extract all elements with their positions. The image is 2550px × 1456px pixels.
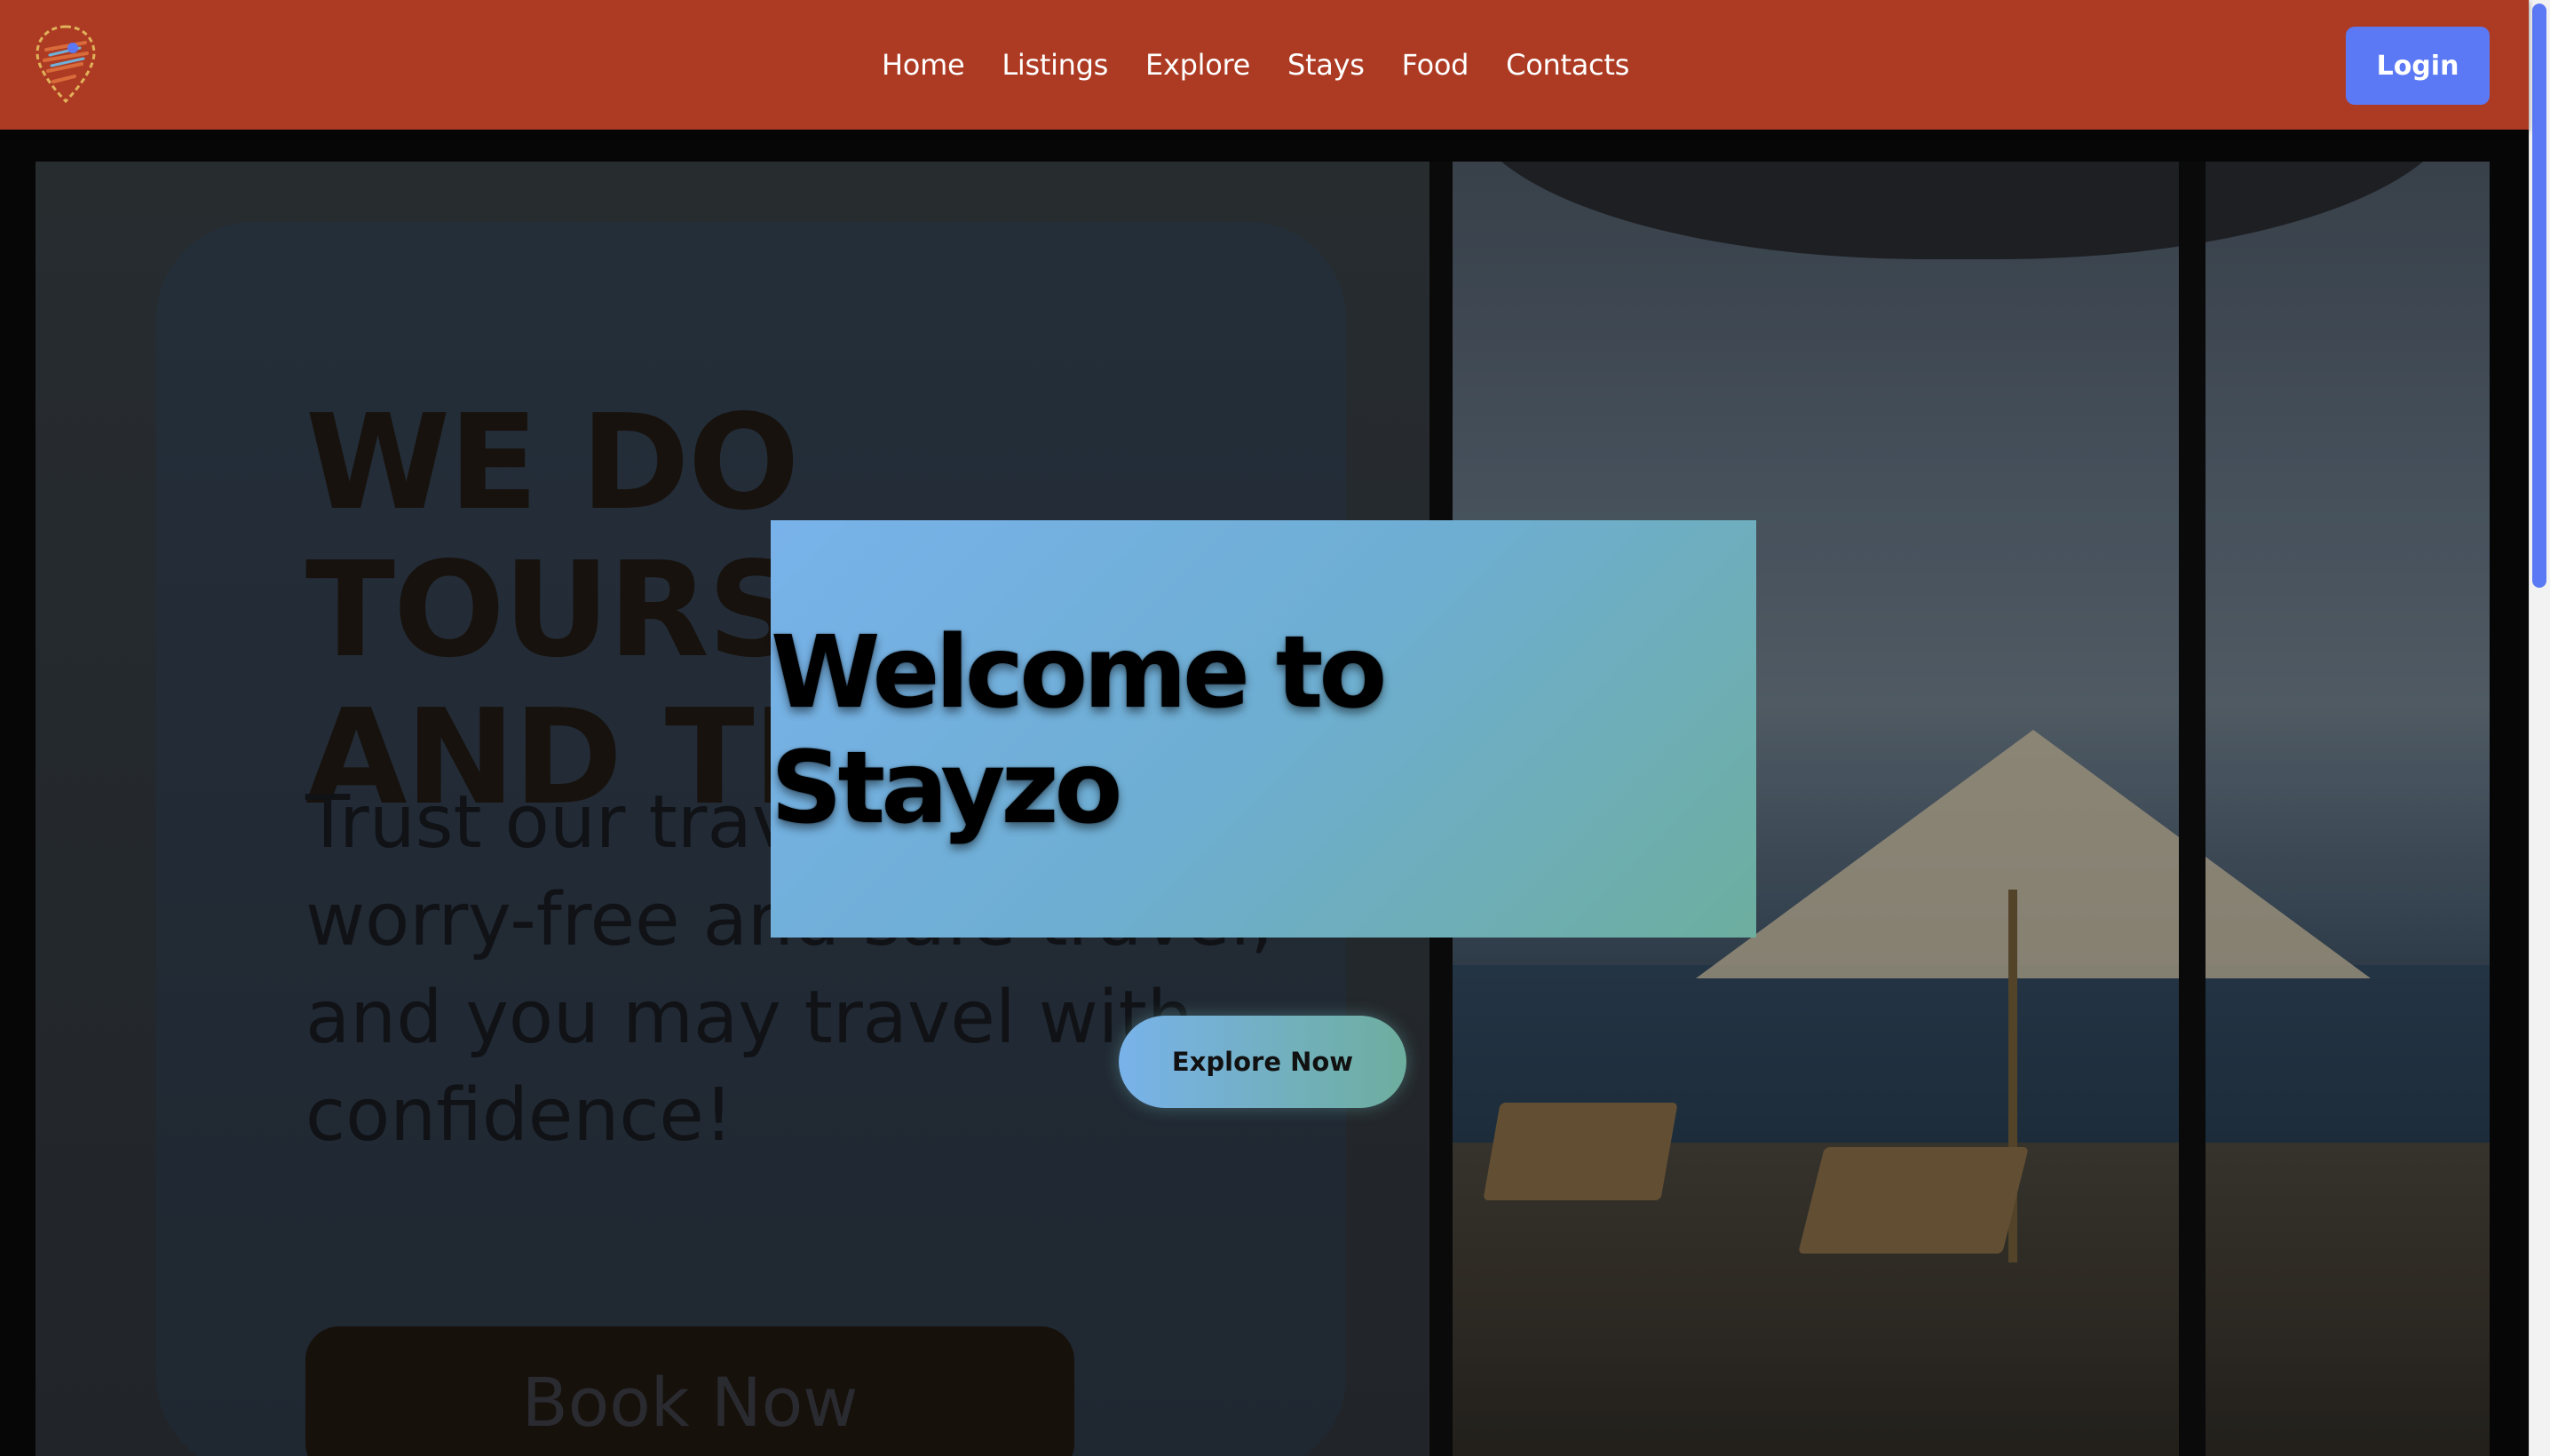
nav-link-food[interactable]: Food	[1402, 48, 1469, 82]
nav-link-home[interactable]: Home	[882, 48, 965, 82]
hero-title: Welcome to Stayzo	[771, 615, 1387, 846]
navbar: Home Listings Explore Stays Food Contact…	[0, 0, 2529, 130]
explore-now-button[interactable]: Explore Now	[1119, 1016, 1406, 1108]
nav-link-stays[interactable]: Stays	[1287, 48, 1365, 82]
scrollbar-thumb[interactable]	[2532, 4, 2546, 588]
login-button[interactable]: Login	[2346, 27, 2490, 105]
nav-link-explore[interactable]: Explore	[1145, 48, 1250, 82]
main-nav: Home Listings Explore Stays Food Contact…	[0, 0, 2529, 130]
nav-link-contacts[interactable]: Contacts	[1506, 48, 1629, 82]
welcome-card: Welcome to Stayzo	[771, 520, 1756, 938]
nav-link-listings[interactable]: Listings	[1002, 48, 1108, 82]
